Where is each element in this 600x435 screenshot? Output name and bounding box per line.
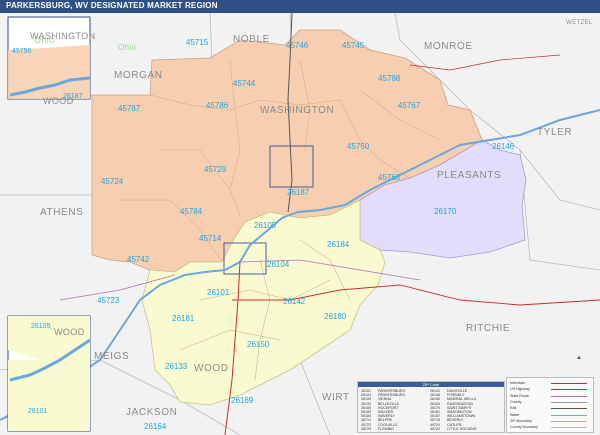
key-line-swatch — [551, 427, 587, 429]
map-key: Interstate US Highway State Route County Rai… — [506, 377, 594, 433]
key-label: Rail — [510, 406, 517, 411]
map-page: PARKERSBURG, WV DESIGNATED MARKET REGION… — [0, 0, 600, 435]
key-label: County — [510, 399, 522, 404]
county-label: WOOD — [54, 327, 85, 337]
legend-cell: 45742 — [430, 426, 440, 431]
legend-cell: LITTLE HOCKING — [447, 426, 477, 431]
key-line-swatch — [551, 408, 587, 410]
key-line-swatch — [551, 420, 587, 422]
zip-label: 45788 — [378, 74, 401, 83]
key-label: ZIP Boundary — [510, 418, 532, 423]
zip-label: 45784 — [180, 207, 203, 216]
county-label: JACKSON — [126, 407, 177, 418]
key-label: US Highway — [510, 387, 530, 392]
zip-label: 45742 — [127, 255, 150, 264]
legend-cell: 45729 — [361, 426, 371, 431]
zip-label: 26150 — [247, 340, 270, 349]
key-line-swatch — [551, 389, 587, 391]
county-label: MEIGS — [94, 351, 129, 362]
key-label: State Route — [510, 393, 529, 398]
county-label: MONROE — [424, 41, 473, 52]
zip-label: 26105 — [31, 323, 51, 330]
zip-label: 26187 — [287, 188, 310, 197]
zip-label: 45715 — [186, 38, 209, 47]
key-line-swatch — [551, 383, 587, 384]
county-label: WETZEL — [566, 20, 593, 26]
zip-legend-table: ZIP Code 26101 PARKERSBURG 26142 DAVISVILLE… — [357, 381, 505, 433]
key-label: Water — [510, 412, 520, 417]
key-label: County Boundary — [510, 425, 538, 430]
compass-icon: ▲ — [576, 355, 582, 361]
county-label: MORGAN — [114, 70, 163, 81]
zip-label: 45786 — [206, 101, 229, 110]
county-label: RITCHIE — [466, 323, 510, 334]
map-canvas[interactable]: Ohio Ohio WASHINGTON NOBLE MONROE MORGAN… — [0, 0, 600, 435]
zip-label: 45744 — [233, 79, 256, 88]
key-line-swatch — [551, 401, 587, 403]
zip-label: 45750 — [12, 48, 32, 55]
zip-label: 26142 — [283, 297, 306, 306]
zip-label: 26181 — [172, 314, 195, 323]
zip-label: 26133 — [165, 362, 188, 371]
zip-label: 45767 — [398, 101, 421, 110]
zip-label: 45745 — [342, 41, 365, 50]
zip-label: 26187 — [63, 93, 83, 100]
key-line-swatch — [551, 414, 587, 416]
zip-label: 26184 — [327, 240, 350, 249]
zip-label: 26170 — [434, 207, 457, 216]
county-label: WASHINGTON — [260, 105, 334, 116]
county-label: WASHINGTON — [30, 31, 96, 41]
zip-label: 26101 — [207, 288, 230, 297]
zip-label: 26180 — [324, 312, 347, 321]
zip-label: 45768 — [378, 173, 401, 182]
zip-label: 45729 — [204, 165, 227, 174]
zip-label: 26105 — [254, 221, 277, 230]
key-line-swatch — [551, 395, 587, 397]
county-label: PLEASANTS — [437, 170, 501, 181]
county-label: TYLER — [537, 127, 572, 138]
zip-label: 45723 — [97, 296, 120, 305]
zip-label: 26101 — [28, 408, 48, 415]
zip-label: 45787 — [118, 104, 141, 113]
zip-label: 45714 — [199, 234, 222, 243]
label-ohio-2: Ohio — [118, 43, 137, 52]
zip-label: 45724 — [101, 177, 124, 186]
zip-label: 45750 — [347, 142, 370, 151]
zip-label: 26146 — [492, 142, 515, 151]
legend-header: ZIP Code — [358, 382, 504, 387]
county-label: NOBLE — [233, 34, 270, 45]
zip-label: 26164 — [144, 422, 167, 431]
county-label: WOOD — [194, 363, 229, 374]
zip-label: 45746 — [286, 41, 309, 50]
county-label: WIRT — [322, 392, 350, 403]
key-label: Interstate — [510, 381, 525, 385]
zip-label: 26169 — [231, 396, 254, 405]
county-label: ATHENS — [40, 207, 83, 218]
legend-cell: FLEMING — [378, 426, 394, 431]
zip-label: 26104 — [267, 260, 290, 269]
